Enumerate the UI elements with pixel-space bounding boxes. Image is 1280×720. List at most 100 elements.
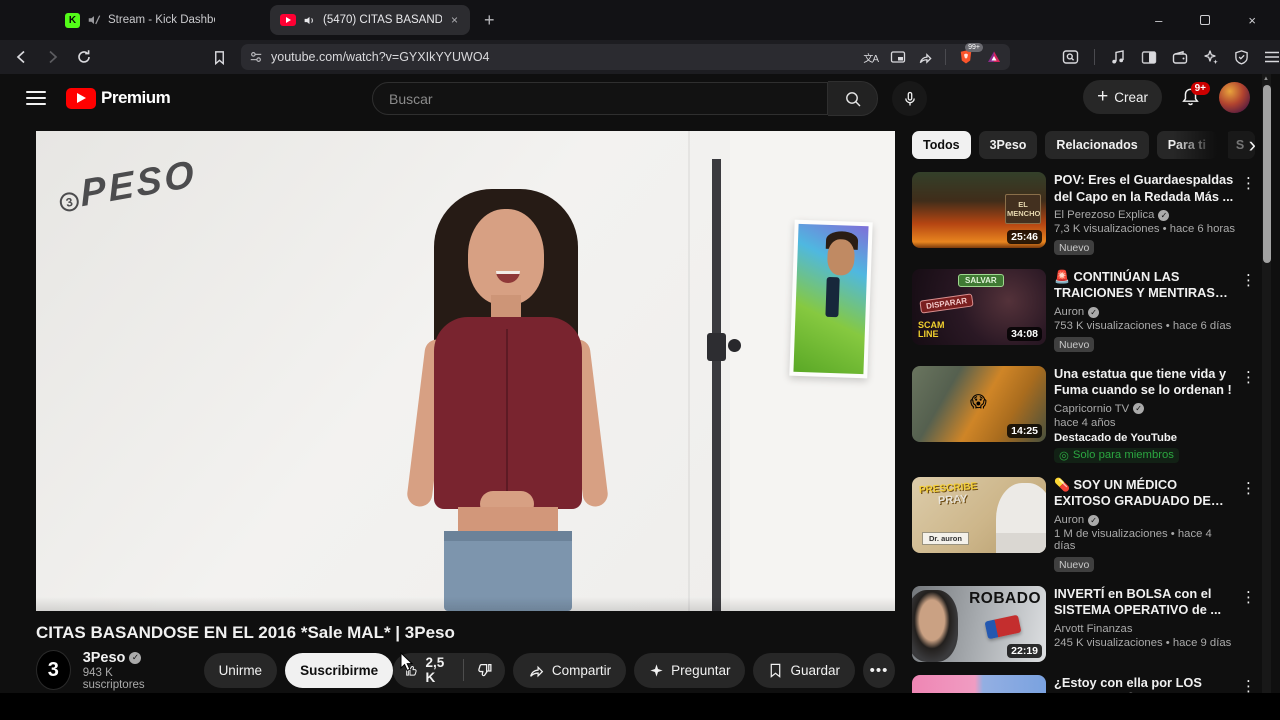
bookmark-icon[interactable] [212,50,227,65]
menu-hamburger-icon[interactable] [1264,50,1280,64]
video-thumbnail[interactable]: 25:46 EL MENCHO [912,172,1046,248]
channel-name[interactable]: 3Peso [83,650,126,666]
wallet-icon[interactable] [1172,50,1188,65]
new-tab-button[interactable]: + [484,10,495,31]
video-title[interactable]: 🚨 CONTINÚAN LAS TRAICIONES Y MENTIRAS EN… [1054,269,1236,302]
chip-3peso[interactable]: 3Peso [978,131,1038,159]
verified-icon: ✓ [1133,403,1145,415]
video-title[interactable]: POV: Eres el Guardaespaldas del Capo en … [1054,172,1236,205]
dislike-button[interactable] [462,659,505,681]
video-player[interactable]: 3 PESO [36,131,895,611]
create-button[interactable]: + Crear [1083,80,1162,114]
translate-icon[interactable]: 文A [863,50,879,65]
video-menu-icon[interactable]: ⋮ [1241,677,1256,695]
guide-menu-icon[interactable] [26,91,46,105]
chips-scroll-right-icon[interactable]: › [1249,132,1256,158]
related-video-item[interactable]: 34:08 SALVAR DISPARAR SCAM LINE 🚨 CONTINÚA… [912,268,1256,353]
scrollbar-thumb[interactable] [1262,85,1271,263]
video-menu-icon[interactable]: ⋮ [1241,479,1256,497]
presenter-figure [376,189,636,611]
youtube-premium-logo[interactable]: Premium [66,87,171,109]
notifications-button[interactable]: 9+ [1180,81,1210,108]
back-button[interactable] [14,49,30,65]
video-meta: 245 K visualizaciones • hace 9 días [1054,636,1232,649]
voice-search-button[interactable] [892,81,927,116]
channel-avatar[interactable]: 3 [36,650,71,690]
video-meta: 753 K visualizaciones • hace 6 días [1054,320,1232,332]
video-meta: 1 M de visualizaciones • hace 4 días [1054,528,1212,552]
related-video-item[interactable]: 22:19 ROBADO INVERTÍ en BOLSA con el SIS… [912,585,1256,662]
search-box[interactable] [372,82,828,115]
subscribe-button[interactable]: Suscribirme [285,652,394,688]
video-channel[interactable]: Capricornio TV ✓ [1054,403,1236,415]
video-channel[interactable]: Auron ✓ [1054,514,1236,526]
chip-relacionados[interactable]: Relacionados [1045,131,1149,159]
chip-todos[interactable]: Todos [912,131,971,159]
video-menu-icon[interactable]: ⋮ [1241,174,1256,192]
tab-kick-dashboard[interactable]: K Stream - Kick Dashboard [55,5,225,35]
light-stand-pole [712,159,721,611]
video-channel[interactable]: Arvott Finanzas [1054,623,1236,635]
window-minimize-button[interactable]: – [1155,13,1162,28]
brave-rewards-icon[interactable] [986,49,1002,65]
tab-close-icon[interactable]: × [449,13,460,27]
share-button[interactable]: Compartir [512,652,627,688]
video-menu-icon[interactable]: ⋮ [1241,588,1256,606]
video-thumbnail[interactable]: 14:25 😱 [912,365,1046,442]
video-title[interactable]: INVERTÍ en BOLSA con el SISTEMA OPERATIV… [1054,586,1236,619]
tab-youtube-active[interactable]: (5470) CITAS BASANDOSE EN × [270,5,470,35]
video-menu-icon[interactable]: ⋮ [1241,368,1256,386]
filter-chips: Todos 3Peso Relacionados Para ti S › [912,131,1256,159]
save-button[interactable]: Guardar [753,652,855,688]
browser-tab-bar: K Stream - Kick Dashboard (5470) CITAS B… [0,0,1280,40]
sidebar-panel-icon[interactable] [1141,50,1157,65]
video-title[interactable]: Una estatua que tiene vida y Fuma cuando… [1054,366,1236,399]
search-button[interactable] [828,81,878,116]
video-menu-icon[interactable]: ⋮ [1241,271,1256,289]
new-badge: Nuevo [1054,557,1095,572]
thumbnail-text: ROBADO [969,589,1041,607]
url-text[interactable]: youtube.com/watch?v=GYXIkYYUWO4 [271,50,863,64]
create-label: Crear [1114,89,1148,105]
video-channel[interactable]: El Perezoso Explica ✓ [1054,209,1236,221]
page-scrollbar[interactable]: ▲ [1262,74,1271,693]
video-thumbnail[interactable]: 34:08 SALVAR DISPARAR SCAM LINE [912,268,1046,345]
thumbnail-text: PRAY [937,492,968,507]
reload-button[interactable] [76,49,92,65]
join-button[interactable]: Unirme [203,652,278,688]
related-video-item[interactable]: 25:46 EL MENCHO POV: Eres el Guardaespal… [912,172,1256,256]
video-meta: hace 4 años [1054,416,1116,429]
share-icon[interactable] [918,50,933,65]
video-thumbnail[interactable]: 1:05:14 PRESCRIBE PRAY Dr. auron [912,476,1046,553]
related-video-item[interactable]: 1:05:14 PRESCRIBE PRAY Dr. auron 💊 SOY UN … [912,476,1256,573]
search-input[interactable] [389,90,811,107]
music-note-icon[interactable] [1110,49,1126,65]
ask-button[interactable]: Preguntar [634,652,746,688]
thumbnail-text: Dr. auron [922,531,969,545]
related-video-item[interactable]: 14:25 😱 Una estatua que tiene vida y Fum… [912,365,1256,464]
url-bar[interactable]: youtube.com/watch?v=GYXIkYYUWO4 文A 99+ [241,43,1010,70]
video-title[interactable]: 💊 SOY UN MÉDICO EXITOSO GRADUADO DE HARV… [1054,477,1236,510]
bottom-black-bar [0,693,1280,720]
forward-button[interactable] [44,49,60,65]
brave-shields-icon[interactable]: 99+ [958,43,983,65]
window-maximize-button[interactable] [1200,15,1211,25]
chips-fade-overlay [1173,131,1228,159]
verified-icon: ✓ [1088,306,1100,318]
search-icon [845,91,860,106]
window-controls: – × [1155,13,1280,28]
video-channel[interactable]: Auron ✓ [1054,306,1236,318]
scrollbar-up-arrow[interactable]: ▲ [1263,76,1269,82]
vpn-shield-icon[interactable] [1234,49,1249,65]
site-permissions-icon[interactable] [249,50,263,64]
account-avatar[interactable] [1219,81,1250,113]
video-thumbnail[interactable]: 22:19 ROBADO [912,585,1046,662]
leo-ai-sparkle-icon[interactable] [1203,49,1219,65]
duration-badge: 1:05:14 [997,534,1042,549]
search-tabs-icon[interactable] [1062,49,1079,65]
window-close-button[interactable]: × [1248,13,1256,28]
more-actions-button[interactable]: ••• [863,652,895,688]
mouse-cursor [400,652,414,672]
picture-in-picture-icon[interactable] [890,50,906,64]
divider [1094,49,1095,65]
